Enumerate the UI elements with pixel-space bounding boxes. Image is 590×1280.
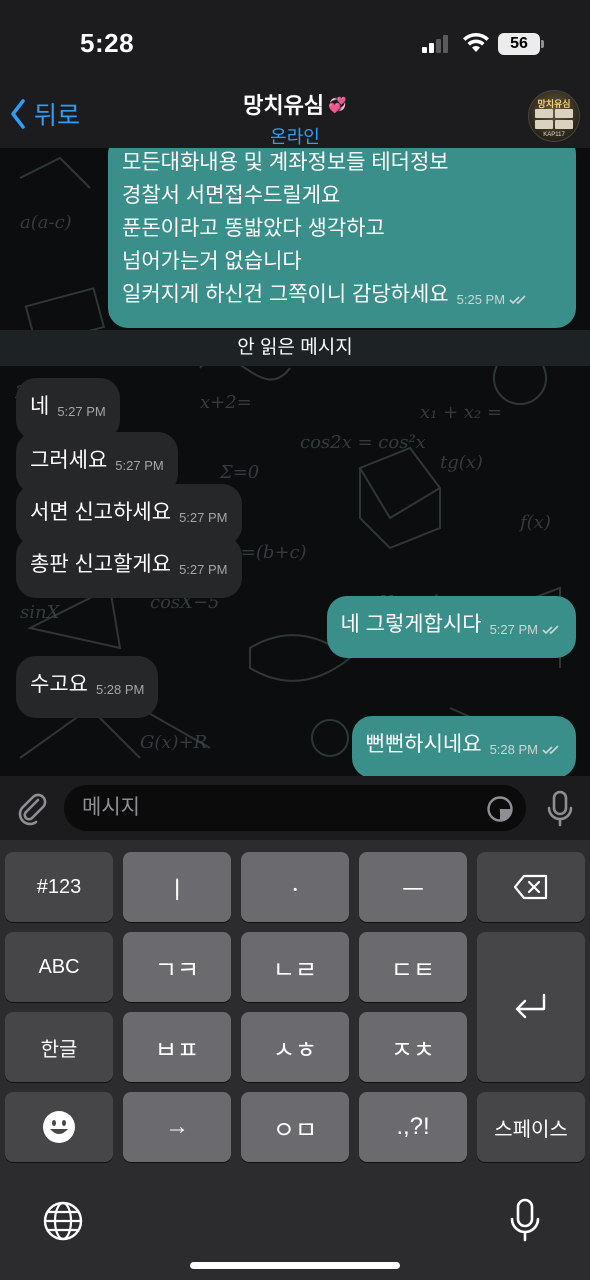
key-nieun-rieul[interactable]: ㄴㄹ <box>241 932 349 1002</box>
message-time: 5:27 PM <box>57 404 106 419</box>
key-giyeok-kieuk[interactable]: ㄱㅋ <box>123 932 231 1002</box>
status-time: 5:28 <box>80 28 135 58</box>
message-line: 넘어가는거 없습니다 <box>122 250 302 273</box>
key-vowel-i[interactable]: ㅣ <box>123 852 231 922</box>
wifi-icon <box>463 32 489 52</box>
double-check-icon <box>542 745 559 755</box>
emoji-icon <box>43 1111 75 1143</box>
key-bieup-pieup[interactable]: ㅂㅍ <box>123 1012 231 1082</box>
return-icon <box>515 993 546 1019</box>
message-bubble-outgoing[interactable]: 모든대화내용 및 계좌정보들 테더정보 경찰서 서면접수드릴게요 푼돈이라고 똥… <box>108 148 576 328</box>
message-list[interactable]: a(a-c) f(x)= x+2= cos2x = cos²x x₁ + x₂ … <box>0 148 590 776</box>
key-jieut-chieut[interactable]: ㅈㅊ <box>359 1012 467 1082</box>
chat-title-block[interactable]: 망치유심 💞 온라인 <box>0 86 590 149</box>
message-text: 총판 신고할게요 <box>30 553 172 576</box>
message-time: 5:27 PM <box>179 510 228 525</box>
message-bubble-incoming[interactable]: 수고요 5:28 PM <box>16 656 159 718</box>
sticker-icon[interactable] <box>486 795 514 823</box>
message-bubble-outgoing[interactable]: 뻔뻔하시네요 5:28 PM <box>351 716 576 776</box>
svg-text:G(x)+R: G(x)+R <box>140 732 207 753</box>
message-text: 뻔뻔하시네요 <box>365 733 482 756</box>
message-text: 네 그렇게합시다 <box>340 613 482 636</box>
message-line: 경찰서 서면접수드릴게요 <box>122 184 341 207</box>
globe-icon[interactable] <box>42 1200 84 1242</box>
svg-text:sinX: sinX <box>20 602 61 623</box>
message-text: 서면 신고하세요 <box>30 501 172 524</box>
svg-text:tg(x): tg(x) <box>440 452 483 473</box>
message-line: 푼돈이라고 똥밟았다 생각하고 <box>122 217 385 240</box>
message-field[interactable] <box>64 785 526 831</box>
message-input-bar <box>0 776 590 840</box>
svg-text:cos2x = cos²x: cos2x = cos²x <box>300 432 426 453</box>
message-bubble-incoming[interactable]: 총판 신고할게요 5:27 PM <box>16 536 242 598</box>
key-punctuation[interactable]: .,?! <box>359 1092 467 1162</box>
unread-divider: 안 읽은 메시지 <box>0 330 590 366</box>
svg-text:Σ=0: Σ=0 <box>219 462 259 483</box>
message-time: 5:27 PM <box>490 622 562 637</box>
key-vowel-dot[interactable]: ㆍ <box>241 852 349 922</box>
message-time: 5:28 PM <box>490 742 562 757</box>
message-input[interactable] <box>82 785 462 831</box>
battery-indicator: 56 <box>498 33 544 55</box>
avatar-caption: KAP117 <box>543 132 565 138</box>
svg-text:x+2=: x+2= <box>200 392 252 413</box>
svg-text:a(a-c): a(a-c) <box>20 212 72 233</box>
dictation-microphone-icon[interactable] <box>510 1198 540 1242</box>
return-key[interactable] <box>477 932 585 1082</box>
message-time: 5:27 PM <box>115 458 164 473</box>
key-ieung-mieum[interactable]: ㅇㅁ <box>241 1092 349 1162</box>
home-indicator[interactable] <box>190 1262 400 1269</box>
double-check-icon <box>542 625 559 635</box>
message-text: 네 <box>30 395 50 418</box>
avatar-graphic <box>535 109 573 129</box>
status-bar: 5:28 56 <box>0 0 590 86</box>
message-text: 그러세요 <box>30 449 108 472</box>
message-bubble-outgoing[interactable]: 네 그렇게합시다 5:27 PM <box>326 596 576 658</box>
key-vowel-eu[interactable]: ㅡ <box>359 852 467 922</box>
message-text: 일커지게 하신건 그쪽이니 감당하세요 <box>122 283 449 306</box>
attach-icon[interactable] <box>14 790 50 826</box>
avatar[interactable]: 망치유심 KAP117 <box>528 90 580 142</box>
emoji-key[interactable] <box>5 1092 113 1162</box>
backspace-icon <box>513 874 548 900</box>
message-bubble-incoming[interactable]: 네 5:27 PM <box>16 378 120 440</box>
message-time: 5:28 PM <box>95 682 145 697</box>
microphone-icon[interactable] <box>546 790 574 828</box>
double-check-icon <box>509 295 526 305</box>
svg-text:x₁ + x₂ =: x₁ + x₂ = <box>420 402 502 423</box>
message-time: 5:25 PM <box>457 292 529 307</box>
message-time: 5:27 PM <box>179 562 228 577</box>
chat-header: 뒤로 망치유심 💞 온라인 망치유심 KAP117 <box>0 86 590 148</box>
key-numbers[interactable]: #123 <box>5 852 113 922</box>
presence-status: 온라인 <box>270 127 320 147</box>
key-hangul[interactable]: 한글 <box>5 1012 113 1082</box>
chat-title: 망치유심 💞 <box>0 88 590 120</box>
key-abc[interactable]: ABC <box>5 932 113 1002</box>
backspace-key[interactable] <box>477 852 585 922</box>
space-key[interactable]: 스페이스 <box>477 1092 585 1162</box>
message-text: 수고요 <box>30 673 88 696</box>
key-arrow-right[interactable]: → <box>123 1092 231 1162</box>
svg-text:f(x): f(x) <box>518 512 551 533</box>
key-digeut-tieut[interactable]: ㄷㅌ <box>359 932 467 1002</box>
message-line: 일커지게 하신건 그쪽이니 감당하세요 5:25 PM <box>122 278 562 316</box>
key-siot-hieut[interactable]: ㅅㅎ <box>241 1012 349 1082</box>
heart-emoji-icon: 💞 <box>328 97 347 114</box>
cellular-signal-icon <box>422 35 454 53</box>
message-line: 모든대화내용 및 계좌정보들 테더정보 <box>122 151 449 174</box>
chat-title-text: 망치유심 <box>243 93 325 118</box>
